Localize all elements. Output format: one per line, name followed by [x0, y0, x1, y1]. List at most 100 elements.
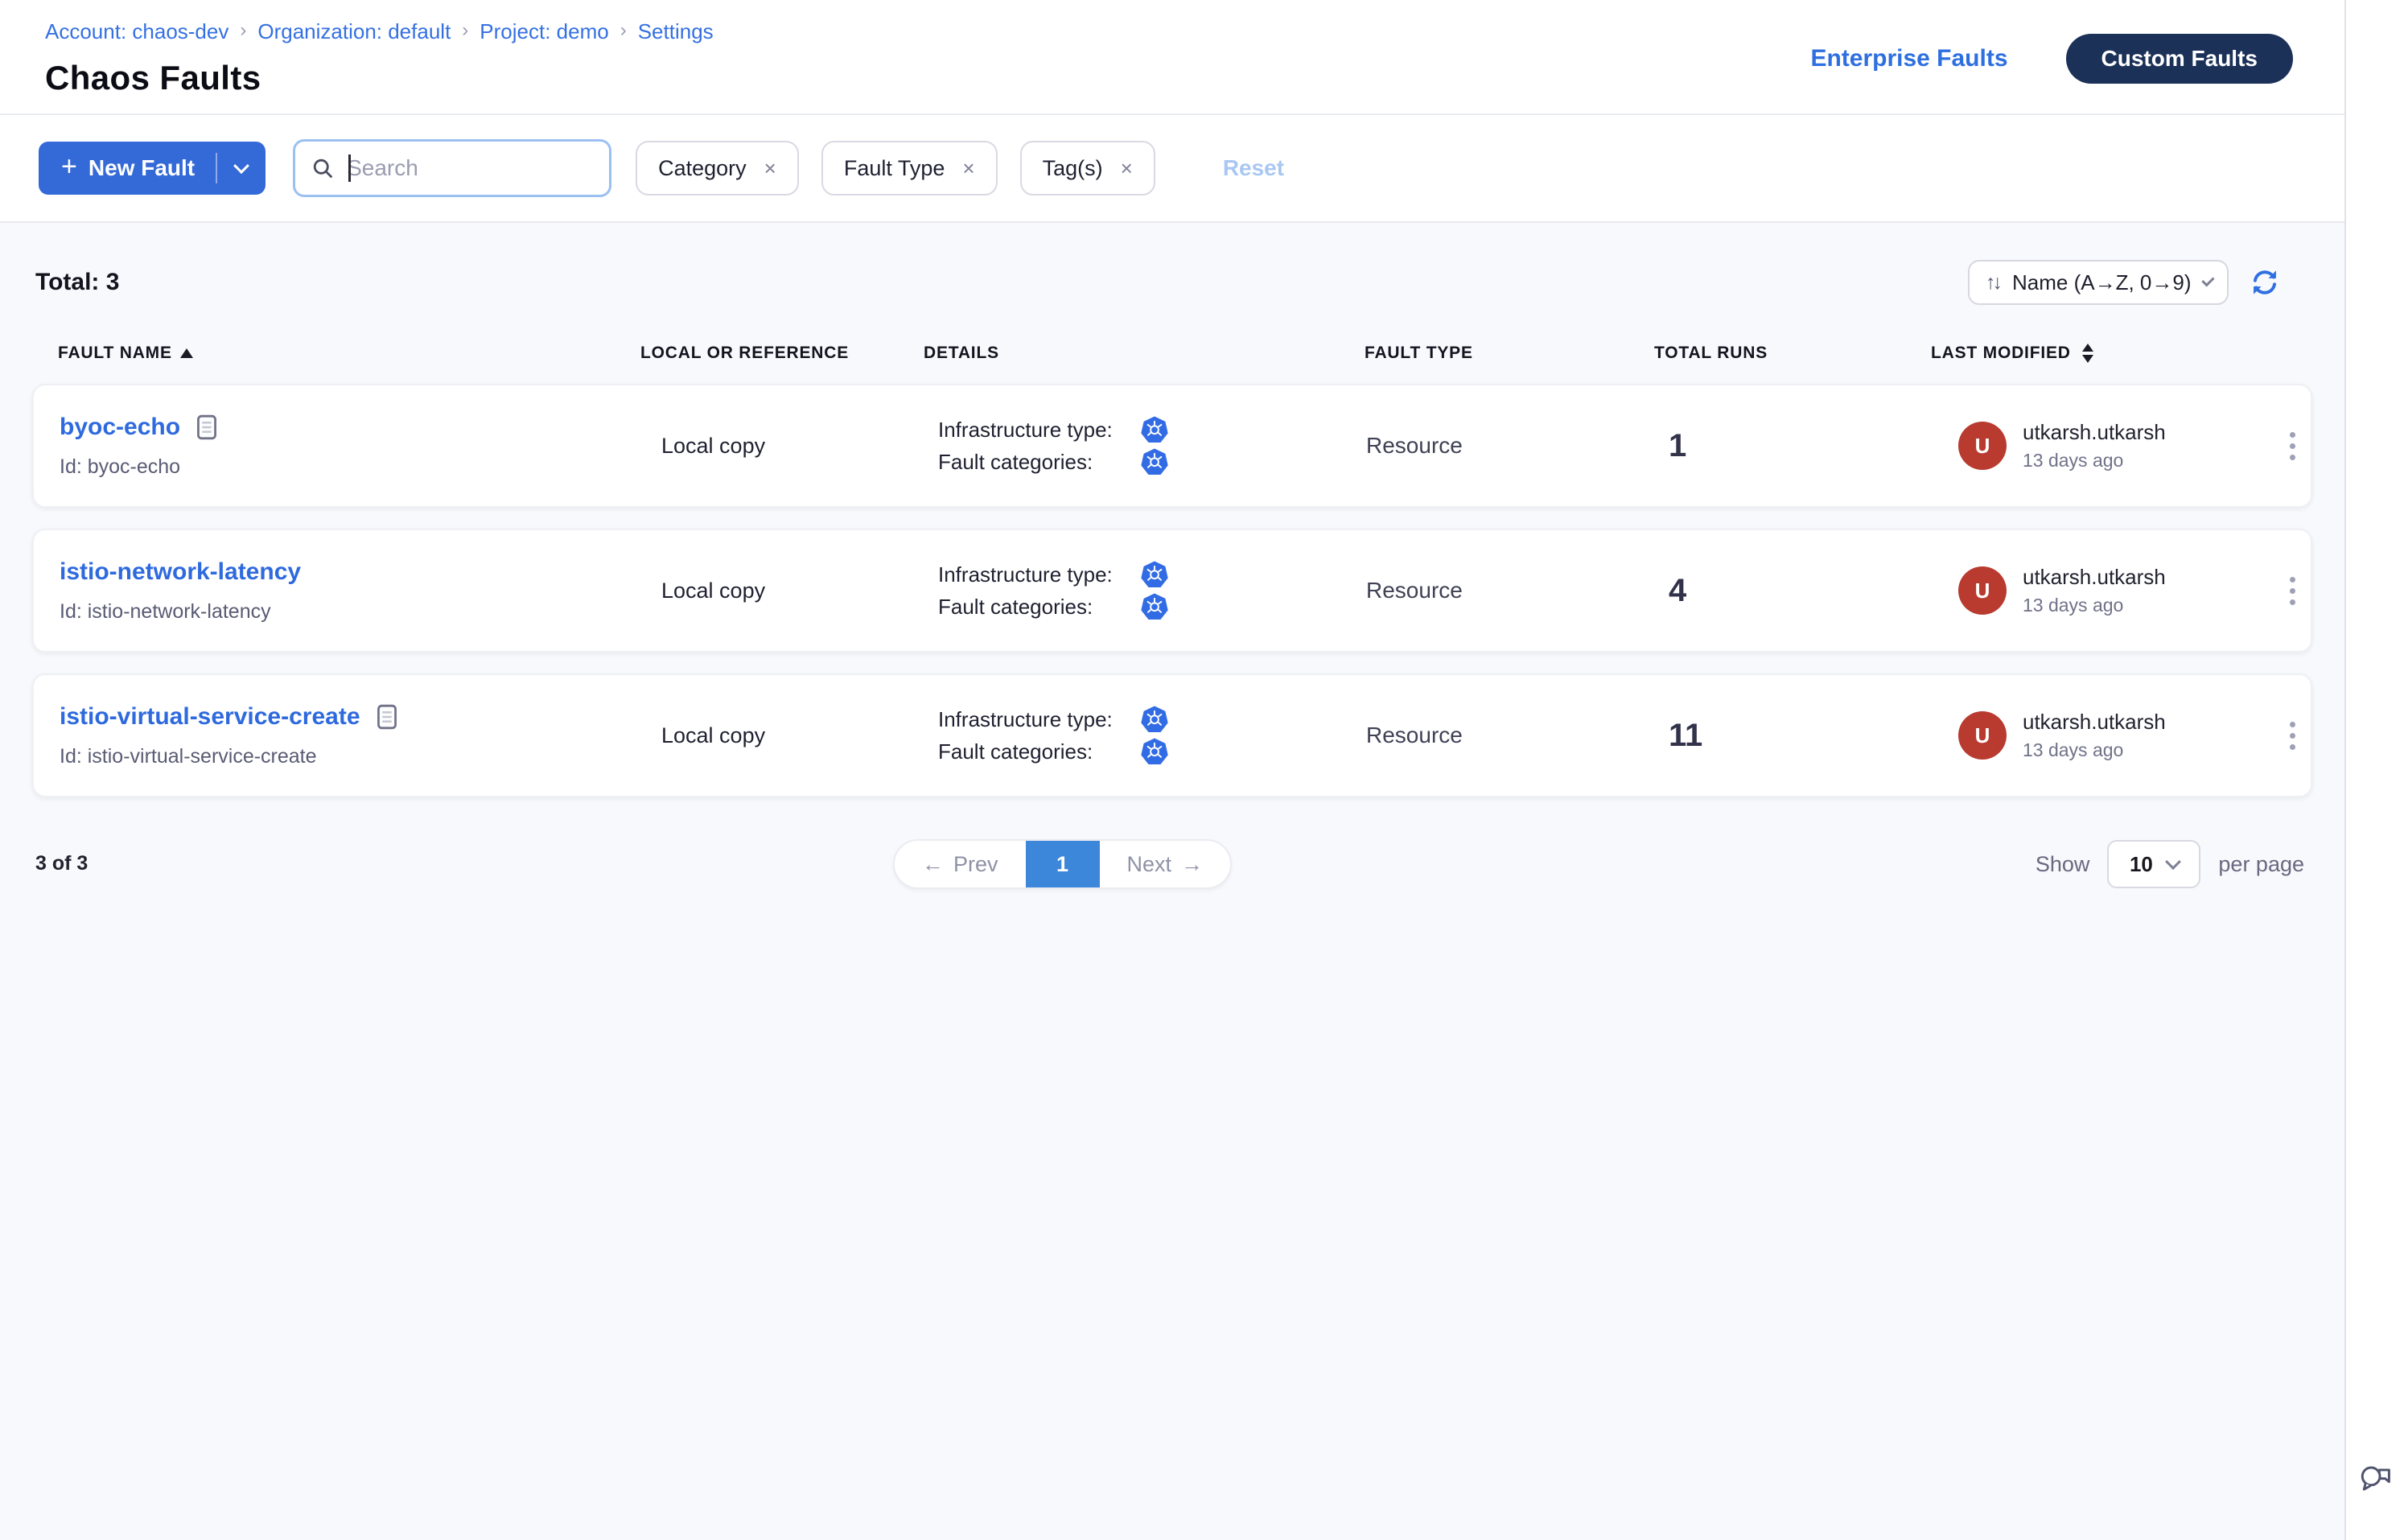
fault-name-link[interactable]: istio-virtual-service-create	[60, 703, 360, 731]
page-size-dropdown[interactable]: 10	[2107, 840, 2200, 888]
column-header-total-runs: TOTAL RUNS	[1645, 344, 1931, 363]
text-caret	[348, 154, 351, 182]
pagination-row: 3 of 3 ← Prev 1 Next → Show 10	[32, 839, 2312, 891]
sort-selected-value: Name (A→Z, 0→9)	[2012, 270, 2192, 295]
prev-label: Prev	[953, 852, 998, 877]
breadcrumb-account-link[interactable]: Account: chaos-dev	[45, 19, 228, 44]
fault-name-cell: istio-virtual-service-create Id: istio-v…	[60, 703, 636, 768]
fault-row-istio-virtual-service-create[interactable]: istio-virtual-service-create Id: istio-v…	[32, 673, 2312, 797]
prev-page-button[interactable]: ← Prev	[895, 841, 1026, 887]
fault-row-byoc-echo[interactable]: byoc-echo Id: byoc-echo Local copy	[32, 384, 2312, 508]
close-icon[interactable]: ×	[962, 158, 974, 179]
local-or-reference-cell: Local copy	[636, 723, 925, 748]
kubernetes-icon	[1141, 448, 1168, 476]
fault-name-cell: istio-network-latency Id: istio-network-…	[60, 558, 636, 624]
per-page-label: per page	[2218, 852, 2304, 877]
avatar: U	[1958, 422, 2007, 470]
sort-dropdown[interactable]: ↑↓ Name (A→Z, 0→9)	[1968, 260, 2229, 305]
page-1-button[interactable]: 1	[1026, 841, 1100, 887]
total-count-label: Total: 3	[32, 269, 119, 296]
kubernetes-icon	[1141, 561, 1168, 588]
row-menu-button[interactable]	[2283, 715, 2302, 756]
toolbar: + New Fault Category ×	[0, 115, 2344, 223]
fault-categories-label: Fault categories:	[938, 595, 1141, 620]
pagination-range-label: 3 of 3	[35, 852, 88, 875]
next-page-button[interactable]: Next →	[1100, 841, 1231, 887]
arrow-right-icon: →	[1181, 852, 1203, 877]
chat-help-button[interactable]	[2359, 1464, 2393, 1501]
breadcrumb-project-link[interactable]: Project: demo	[480, 19, 608, 44]
chevron-down-icon	[2201, 274, 2214, 286]
pager: ← Prev 1 Next →	[893, 839, 1232, 889]
column-header-local-or-reference: LOCAL OR REFERENCE	[634, 344, 924, 363]
column-label: LAST MODIFIED	[1931, 344, 2071, 363]
close-icon[interactable]: ×	[1121, 158, 1133, 179]
app-root: Account: chaos-dev › Organization: defau…	[0, 0, 2404, 1540]
chip-label: Category	[658, 156, 747, 181]
last-modified-cell: U utkarsh.utkarsh 13 days ago	[1933, 565, 2274, 616]
new-fault-button[interactable]: + New Fault	[39, 142, 216, 195]
page-size-value: 10	[2130, 852, 2153, 877]
modified-by: utkarsh.utkarsh	[2023, 420, 2166, 445]
infrastructure-type-label: Infrastructure type:	[938, 562, 1141, 587]
avatar: U	[1958, 711, 2007, 760]
fault-name-link[interactable]: byoc-echo	[60, 414, 180, 441]
next-label: Next	[1127, 852, 1172, 877]
fault-id: Id: istio-network-latency	[60, 600, 636, 624]
header-actions: Enterprise Faults Custom Faults	[1810, 34, 2293, 84]
chip-label: Fault Type	[844, 156, 945, 181]
fault-name-link[interactable]: istio-network-latency	[60, 558, 301, 586]
main-column: Account: chaos-dev › Organization: defau…	[0, 0, 2344, 1540]
row-menu-button[interactable]	[2283, 570, 2302, 611]
table-header-row: FAULT NAME LOCAL OR REFERENCE DETAILS FA…	[32, 344, 2312, 363]
modified-time: 13 days ago	[2023, 739, 2166, 761]
breadcrumb-organization-link[interactable]: Organization: default	[257, 19, 451, 44]
filter-chips: Category × Fault Type × Tag(s) ×	[636, 141, 1155, 196]
right-rail	[2344, 0, 2404, 1540]
details-cell: Infrastructure type: Fault categories:	[925, 556, 1356, 625]
custom-faults-button[interactable]: Custom Faults	[2066, 34, 2293, 84]
fault-id: Id: istio-virtual-service-create	[60, 745, 636, 768]
fault-categories-label: Fault categories:	[938, 450, 1141, 475]
column-header-last-modified[interactable]: LAST MODIFIED	[1931, 344, 2272, 363]
sort-ascending-icon	[180, 348, 193, 358]
total-runs-cell: 1	[1646, 428, 1933, 464]
infrastructure-type-label: Infrastructure type:	[938, 418, 1141, 443]
reset-filters-button[interactable]: Reset	[1223, 155, 1284, 181]
filter-chip-category[interactable]: Category ×	[636, 141, 799, 196]
local-or-reference-cell: Local copy	[636, 579, 925, 603]
row-menu-button[interactable]	[2283, 426, 2302, 467]
close-icon[interactable]: ×	[764, 158, 776, 179]
fault-type-cell: Resource	[1356, 723, 1646, 748]
local-or-reference-cell: Local copy	[636, 434, 925, 459]
filter-chip-fault-type[interactable]: Fault Type ×	[821, 141, 998, 196]
search-input[interactable]	[347, 155, 593, 181]
kubernetes-icon	[1141, 706, 1168, 733]
fault-row-istio-network-latency[interactable]: istio-network-latency Id: istio-network-…	[32, 529, 2312, 653]
refresh-button[interactable]	[2250, 267, 2280, 298]
summary-row: Total: 3 ↑↓ Name (A→Z, 0→9)	[32, 223, 2312, 305]
content-area: Total: 3 ↑↓ Name (A→Z, 0→9)	[0, 223, 2344, 1540]
last-modified-cell: U utkarsh.utkarsh 13 days ago	[1933, 420, 2274, 471]
search-box[interactable]	[293, 139, 611, 197]
enterprise-faults-link[interactable]: Enterprise Faults	[1810, 45, 2007, 72]
column-header-fault-name[interactable]: FAULT NAME	[58, 344, 634, 363]
avatar: U	[1958, 566, 2007, 615]
breadcrumb-separator: ›	[462, 19, 468, 42]
chevron-down-icon	[233, 158, 249, 174]
fault-categories-label: Fault categories:	[938, 739, 1141, 764]
plus-icon: +	[61, 153, 77, 180]
sort-controls: ↑↓ Name (A→Z, 0→9)	[1968, 260, 2280, 305]
script-icon	[377, 703, 397, 731]
breadcrumb-settings-link[interactable]: Settings	[638, 19, 714, 44]
refresh-icon	[2250, 267, 2280, 298]
modified-by: utkarsh.utkarsh	[2023, 710, 2166, 735]
chat-bubbles-icon	[2359, 1464, 2393, 1495]
filter-chip-tags[interactable]: Tag(s) ×	[1020, 141, 1155, 196]
script-icon	[196, 414, 217, 441]
last-modified-cell: U utkarsh.utkarsh 13 days ago	[1933, 710, 2274, 761]
infrastructure-type-label: Infrastructure type:	[938, 707, 1141, 732]
fault-id: Id: byoc-echo	[60, 455, 636, 479]
new-fault-dropdown-button[interactable]	[217, 142, 266, 195]
new-fault-split-button[interactable]: + New Fault	[39, 142, 266, 195]
